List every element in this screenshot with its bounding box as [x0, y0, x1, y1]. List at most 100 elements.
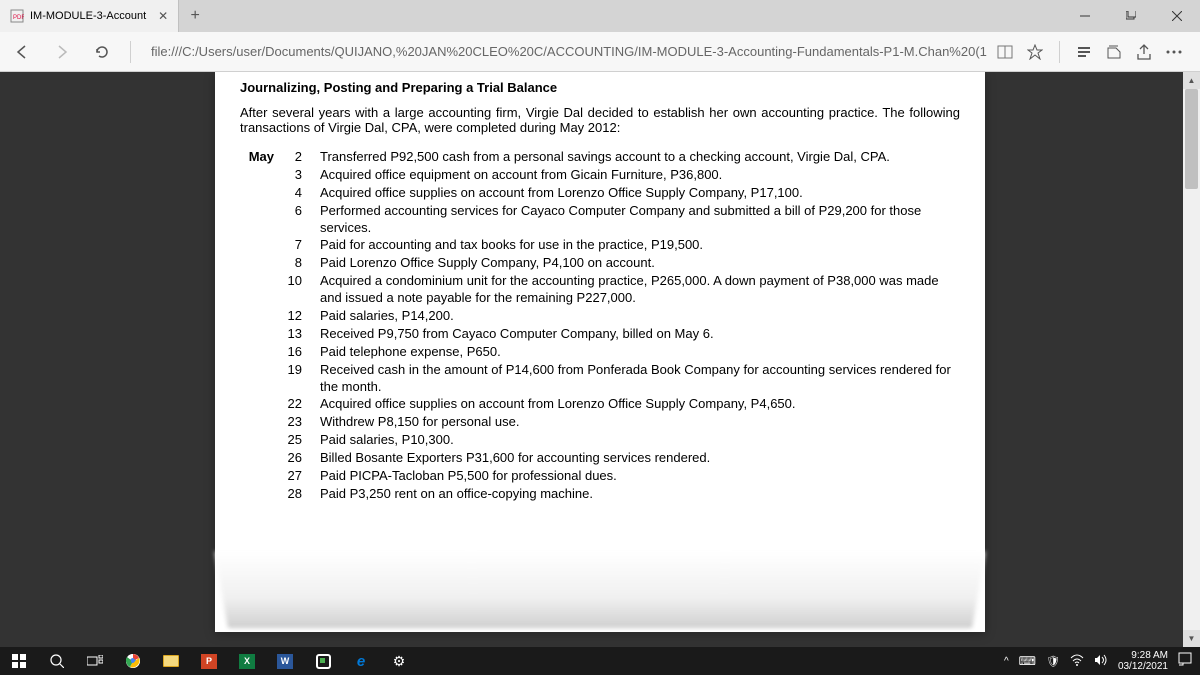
wifi-icon[interactable] — [1070, 654, 1084, 669]
month-label — [240, 308, 284, 325]
favorite-star-icon[interactable] — [1025, 42, 1045, 62]
search-button[interactable] — [38, 647, 76, 675]
day-number: 19 — [284, 362, 310, 396]
browser-tab[interactable]: PDF IM-MODULE-3-Account ✕ — [0, 0, 179, 32]
edge-app[interactable]: e — [342, 647, 380, 675]
image-viewer-app[interactable] — [304, 647, 342, 675]
transaction-text: Performed accounting services for Cayaco… — [310, 203, 960, 237]
chrome-app[interactable] — [114, 647, 152, 675]
day-number: 22 — [284, 396, 310, 413]
share-icon[interactable] — [1134, 42, 1154, 62]
security-icon[interactable]: 🛡 — [1046, 655, 1060, 668]
day-number: 12 — [284, 308, 310, 325]
day-number: 2 — [284, 149, 310, 166]
excel-app[interactable]: X — [228, 647, 266, 675]
page-title: Journalizing, Posting and Preparing a Tr… — [240, 80, 960, 95]
month-label — [240, 255, 284, 272]
day-number: 27 — [284, 468, 310, 485]
maximize-button[interactable] — [1108, 0, 1154, 32]
month-label — [240, 468, 284, 485]
month-label — [240, 203, 284, 237]
transaction-text: Received cash in the amount of P14,600 f… — [310, 362, 960, 396]
notifications-icon[interactable] — [1178, 652, 1192, 671]
transaction-row: May2Transferred P92,500 cash from a pers… — [240, 149, 960, 166]
day-number: 8 — [284, 255, 310, 272]
scroll-down-button[interactable]: ▼ — [1183, 630, 1200, 647]
file-explorer-app[interactable] — [152, 647, 190, 675]
scroll-up-button[interactable]: ▲ — [1183, 72, 1200, 89]
pdf-viewport[interactable]: Journalizing, Posting and Preparing a Tr… — [0, 72, 1200, 647]
day-number: 13 — [284, 326, 310, 343]
more-icon[interactable] — [1164, 42, 1184, 62]
tray-chevron-icon[interactable]: ^ — [1004, 656, 1009, 667]
month-label — [240, 167, 284, 184]
window-title-bar: PDF IM-MODULE-3-Account ✕ + — [0, 0, 1200, 32]
month-label — [240, 326, 284, 343]
toolbar-divider — [130, 41, 131, 63]
close-window-button[interactable] — [1154, 0, 1200, 32]
day-number: 26 — [284, 450, 310, 467]
keyboard-icon[interactable]: ⌨ — [1019, 654, 1036, 668]
powerpoint-app[interactable]: P — [190, 647, 228, 675]
clock-date: 03/12/2021 — [1118, 661, 1168, 672]
month-label — [240, 237, 284, 254]
transaction-row: 16Paid telephone expense, P650. — [240, 344, 960, 361]
month-label — [240, 273, 284, 307]
forward-button[interactable] — [46, 36, 78, 68]
back-button[interactable] — [6, 36, 38, 68]
transaction-row: 4Acquired office supplies on account fro… — [240, 185, 960, 202]
transaction-row: 25Paid salaries, P10,300. — [240, 432, 960, 449]
task-view-button[interactable] — [76, 647, 114, 675]
clock-time: 9:28 AM — [1118, 650, 1168, 661]
day-number: 3 — [284, 167, 310, 184]
transaction-row: 23Withdrew P8,150 for personal use. — [240, 414, 960, 431]
transaction-text: Received P9,750 from Cayaco Computer Com… — [310, 326, 960, 343]
transaction-text: Paid salaries, P14,200. — [310, 308, 960, 325]
day-number: 10 — [284, 273, 310, 307]
reading-view-icon[interactable] — [995, 42, 1015, 62]
close-tab-icon[interactable]: ✕ — [158, 9, 168, 23]
month-label — [240, 396, 284, 413]
transaction-text: Paid for accounting and tax books for us… — [310, 237, 960, 254]
start-button[interactable] — [0, 647, 38, 675]
day-number: 23 — [284, 414, 310, 431]
transaction-text: Paid salaries, P10,300. — [310, 432, 960, 449]
minimize-button[interactable] — [1062, 0, 1108, 32]
transaction-row: 26Billed Bosante Exporters P31,600 for a… — [240, 450, 960, 467]
hub-icon[interactable] — [1074, 42, 1094, 62]
transaction-row: 7Paid for accounting and tax books for u… — [240, 237, 960, 254]
transaction-text: Paid Lorenzo Office Supply Company, P4,1… — [310, 255, 960, 272]
transaction-row: 13Received P9,750 from Cayaco Computer C… — [240, 326, 960, 343]
address-bar[interactable]: file:///C:/Users/user/Documents/QUIJANO,… — [143, 38, 987, 66]
transaction-row: 19Received cash in the amount of P14,600… — [240, 362, 960, 396]
system-clock[interactable]: 9:28 AM 03/12/2021 — [1118, 650, 1168, 672]
transaction-row: 8Paid Lorenzo Office Supply Company, P4,… — [240, 255, 960, 272]
vertical-scrollbar[interactable]: ▲ ▼ — [1183, 72, 1200, 647]
transaction-text: Acquired office equipment on account fro… — [310, 167, 960, 184]
word-app[interactable]: W — [266, 647, 304, 675]
settings-app[interactable]: ⚙ — [380, 647, 418, 675]
month-label — [240, 450, 284, 467]
windows-taskbar: P X W e ⚙ ^ ⌨ 🛡 9:28 AM 03/12/2021 — [0, 647, 1200, 675]
month-label — [240, 486, 284, 503]
month-label — [240, 414, 284, 431]
browser-toolbar: file:///C:/Users/user/Documents/QUIJANO,… — [0, 32, 1200, 72]
transaction-text: Withdrew P8,150 for personal use. — [310, 414, 960, 431]
scrollbar-thumb[interactable] — [1185, 89, 1198, 189]
month-label: May — [240, 149, 284, 166]
transaction-row: 28Paid P3,250 rent on an office-copying … — [240, 486, 960, 503]
transaction-row: 10Acquired a condominium unit for the ac… — [240, 273, 960, 307]
refresh-button[interactable] — [86, 36, 118, 68]
transaction-row: 3Acquired office equipment on account fr… — [240, 167, 960, 184]
notes-icon[interactable] — [1104, 42, 1124, 62]
transaction-text: Paid PICPA-Tacloban P5,500 for professio… — [310, 468, 960, 485]
transaction-text: Paid P3,250 rent on an office-copying ma… — [310, 486, 960, 503]
pdf-page: Journalizing, Posting and Preparing a Tr… — [215, 72, 985, 632]
new-tab-button[interactable]: + — [179, 0, 211, 32]
transaction-text: Transferred P92,500 cash from a personal… — [310, 149, 960, 166]
volume-icon[interactable] — [1094, 654, 1108, 669]
tab-title: IM-MODULE-3-Account — [30, 10, 146, 22]
transaction-text: Acquired office supplies on account from… — [310, 185, 960, 202]
pdf-file-icon: PDF — [10, 9, 24, 23]
transaction-text: Acquired office supplies on account from… — [310, 396, 960, 413]
